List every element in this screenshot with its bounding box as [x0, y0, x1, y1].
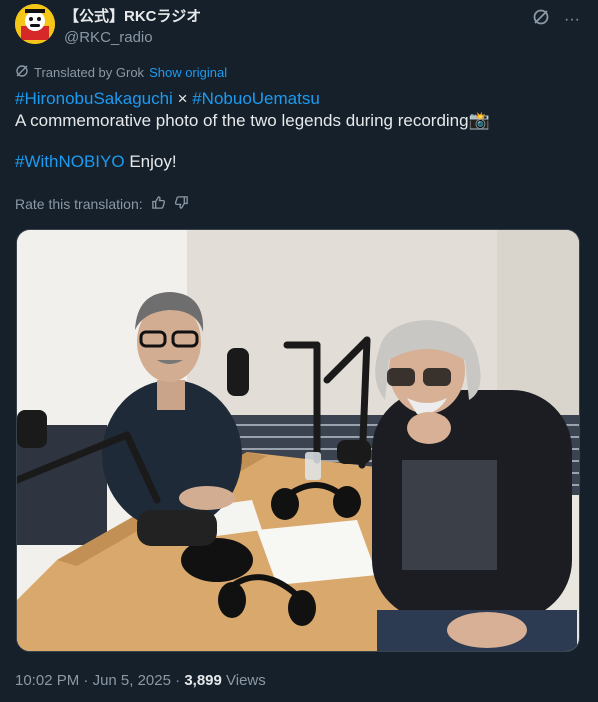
- thumbs-up-icon[interactable]: [151, 195, 166, 213]
- tweet-photo[interactable]: [16, 229, 580, 652]
- tweet-line-2: A commemorative photo of the two legends…: [15, 110, 585, 132]
- hashtag-withnobiyo[interactable]: #WithNOBIYO: [15, 152, 125, 171]
- hashtag-uematsu[interactable]: #NobuoUematsu: [192, 89, 320, 108]
- hashtag-sakaguchi[interactable]: #HironobuSakaguchi: [15, 89, 173, 108]
- rate-label: Rate this translation:: [15, 196, 143, 212]
- more-icon[interactable]: ···: [564, 11, 580, 29]
- tweet-sentence: A commemorative photo of the two legends…: [15, 111, 469, 130]
- camera-flash-emoji: 📸: [468, 111, 490, 130]
- enjoy-text: Enjoy!: [124, 152, 177, 171]
- tweet-text: #HironobuSakaguchi × #NobuoUematsu A com…: [15, 88, 585, 173]
- tweet-time[interactable]: 10:02 PM: [15, 672, 79, 689]
- top-actions: ···: [532, 8, 580, 31]
- meta-dot: ·: [79, 672, 93, 689]
- avatar[interactable]: [15, 4, 55, 44]
- grok-icon[interactable]: [532, 8, 550, 31]
- author-names: 【公式】RKCラジオ @RKC_radio: [64, 7, 201, 47]
- views-count[interactable]: 3,899: [184, 672, 222, 689]
- translation-notice: Translated by Grok Show original: [15, 64, 227, 81]
- tweet-meta: 10:02 PM · Jun 5, 2025 · 3,899 Views: [15, 672, 266, 689]
- tweet-line-3: #WithNOBIYO Enjoy!: [15, 151, 585, 173]
- tweet-date[interactable]: Jun 5, 2025: [93, 672, 171, 689]
- grok-small-icon: [15, 64, 29, 81]
- thumbs-down-icon[interactable]: [174, 195, 189, 213]
- handle[interactable]: @RKC_radio: [64, 28, 201, 47]
- tweet-line-1: #HironobuSakaguchi × #NobuoUematsu: [15, 88, 585, 110]
- meta-dot: ·: [170, 672, 185, 689]
- rate-translation: Rate this translation:: [15, 195, 189, 213]
- separator: ×: [172, 89, 193, 108]
- views-label: Views: [221, 672, 266, 689]
- display-name[interactable]: 【公式】RKCラジオ: [64, 7, 201, 26]
- show-original-link[interactable]: Show original: [149, 65, 227, 80]
- translated-by-label: Translated by Grok: [34, 65, 145, 80]
